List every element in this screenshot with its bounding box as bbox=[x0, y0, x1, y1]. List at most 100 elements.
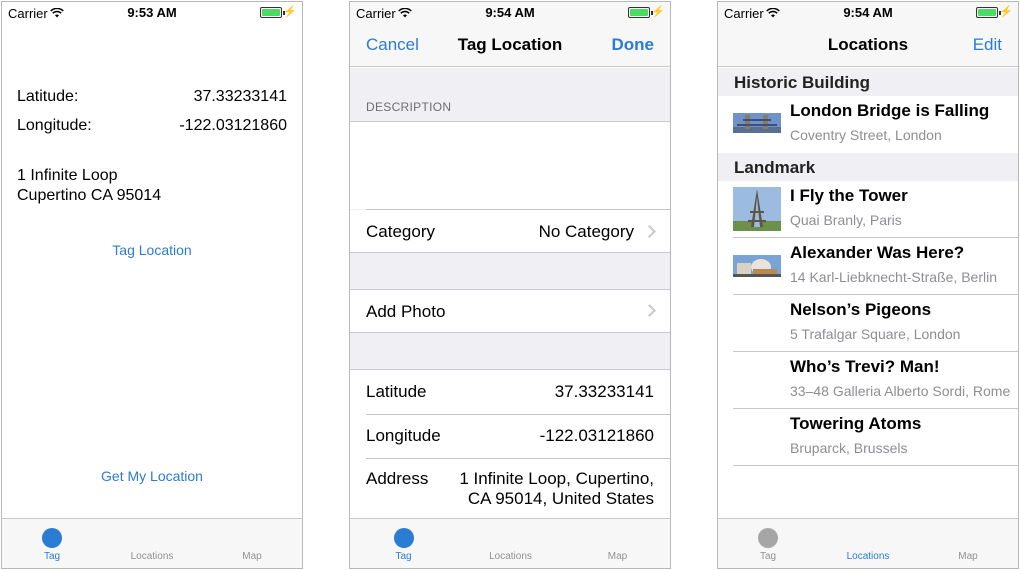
location-info-section: Latitude 37.33233141 Longitude -122.0312… bbox=[350, 369, 670, 520]
navigation-bar: Cancel Tag Location Done bbox=[350, 24, 670, 67]
tab-map[interactable]: Map bbox=[918, 519, 1018, 568]
description-section-header: DESCRIPTION bbox=[366, 100, 452, 114]
tag-tab-icon bbox=[393, 528, 414, 548]
description-text-view[interactable] bbox=[350, 121, 670, 209]
tab-map[interactable]: Map bbox=[564, 519, 670, 568]
location-title: Alexander Was Here? bbox=[790, 243, 965, 262]
latitude-label: Latitude bbox=[366, 382, 427, 401]
locations-tab-icon bbox=[142, 528, 162, 548]
latitude-label: Latitude: bbox=[17, 88, 79, 105]
tab-label: Tag bbox=[759, 551, 777, 562]
location-subtitle: Quai Branly, Paris bbox=[790, 212, 902, 228]
location-row[interactable]: Nelson’s Pigeons 5 Trafalgar Square, Lon… bbox=[718, 295, 1018, 352]
tab-label: Locations bbox=[489, 551, 532, 562]
tab-label: Map bbox=[958, 551, 978, 562]
tab-bar: Tag Locations Map bbox=[350, 518, 670, 568]
tag-tab-icon bbox=[42, 528, 62, 548]
tab-bar: Tag Locations Map bbox=[718, 518, 1018, 568]
tag-location-button[interactable]: Tag Location bbox=[2, 242, 302, 258]
latitude-value: 37.33233141 bbox=[554, 382, 654, 401]
tab-tag[interactable]: Tag bbox=[2, 519, 102, 568]
tab-locations[interactable]: Locations bbox=[818, 519, 918, 568]
battery-icon bbox=[976, 7, 1001, 18]
clock: 9:54 AM bbox=[485, 5, 535, 20]
status-bar: Carrier 9:54 AM ⚡ bbox=[718, 2, 1018, 24]
edit-button[interactable]: Edit bbox=[973, 35, 1002, 55]
map-tab-icon bbox=[958, 528, 978, 548]
tab-locations[interactable]: Locations bbox=[457, 519, 564, 568]
locations-tab-icon bbox=[858, 528, 878, 548]
section-header-landmark: Landmark bbox=[718, 153, 1018, 181]
longitude-value: -122.03121860 bbox=[179, 117, 287, 134]
section-header-historic-building: Historic Building bbox=[718, 68, 1018, 96]
location-row[interactable]: Alexander Was Here? 14 Karl-Liebknecht-S… bbox=[718, 238, 1018, 295]
chevron-right-icon bbox=[643, 225, 656, 238]
longitude-label: Longitude bbox=[366, 426, 441, 445]
location-row[interactable]: Who’s Trevi? Man! 33–48 Galleria Alberto… bbox=[718, 352, 1018, 409]
location-subtitle: 5 Trafalgar Square, London bbox=[790, 326, 961, 342]
location-title: London Bridge is Falling bbox=[790, 101, 990, 120]
location-subtitle: 33–48 Galleria Alberto Sordi, Rome bbox=[790, 383, 1011, 399]
battery-icon bbox=[260, 7, 285, 18]
location-title: Nelson’s Pigeons bbox=[790, 300, 932, 319]
location-title: Towering Atoms bbox=[790, 414, 922, 433]
tab-label: Map bbox=[242, 551, 262, 562]
charging-bolt-icon: ⚡ bbox=[283, 6, 297, 18]
address-line-2: CA 95014, United States bbox=[467, 489, 654, 508]
address-line-1: 1 Infinite Loop bbox=[17, 167, 118, 184]
add-photo-label: Add Photo bbox=[366, 302, 446, 321]
longitude-value: -122.03121860 bbox=[539, 426, 654, 445]
tag-screen: Carrier 9:53 AM ⚡ Latitude: 37.33233141 … bbox=[1, 1, 303, 569]
separator bbox=[366, 414, 670, 415]
status-bar: Carrier 9:53 AM ⚡ bbox=[2, 2, 302, 24]
address-line-1: 1 Infinite Loop, Cupertino, bbox=[459, 469, 654, 488]
chevron-right-icon bbox=[643, 304, 656, 317]
battery-icon bbox=[628, 7, 653, 18]
map-tab-icon bbox=[608, 528, 628, 548]
map-tab-icon bbox=[242, 528, 262, 548]
navigation-bar: Locations Edit bbox=[718, 24, 1018, 67]
latitude-value: 37.33233141 bbox=[193, 88, 287, 105]
tab-label: Locations bbox=[130, 551, 174, 562]
tab-bar: Tag Locations Map bbox=[2, 518, 302, 568]
charging-bolt-icon: ⚡ bbox=[999, 6, 1013, 18]
location-row[interactable]: I Fly the Tower Quai Branly, Paris bbox=[718, 181, 1018, 238]
get-my-location-button[interactable]: Get My Location bbox=[2, 468, 302, 484]
tab-tag[interactable]: Tag bbox=[350, 519, 457, 568]
tower-bridge-thumbnail bbox=[733, 102, 781, 146]
address-value: 1 Infinite Loop, Cupertino, CA 95014, Un… bbox=[459, 469, 654, 509]
tab-label: Map bbox=[607, 551, 628, 562]
category-label: Category bbox=[366, 222, 435, 241]
eiffel-tower-thumbnail bbox=[733, 187, 781, 231]
location-subtitle: 14 Karl-Liebknecht-Straße, Berlin bbox=[790, 269, 997, 285]
location-title: Who’s Trevi? Man! bbox=[790, 357, 940, 376]
tab-locations[interactable]: Locations bbox=[102, 519, 202, 568]
separator bbox=[733, 465, 1018, 466]
location-row[interactable]: London Bridge is Falling Coventry Street… bbox=[718, 96, 1018, 153]
address-label: Address bbox=[366, 469, 429, 488]
locations-tab-icon bbox=[501, 528, 521, 548]
category-value: No Category bbox=[538, 222, 634, 241]
locations-screen: Carrier 9:54 AM ⚡ Locations Edit Histori… bbox=[717, 1, 1019, 569]
tab-tag[interactable]: Tag bbox=[718, 519, 818, 568]
done-button[interactable]: Done bbox=[612, 35, 655, 55]
tab-map[interactable]: Map bbox=[202, 519, 302, 568]
tab-label: Tag bbox=[43, 551, 61, 562]
category-cell[interactable]: Category No Category bbox=[350, 210, 670, 253]
tag-tab-icon bbox=[758, 528, 778, 548]
location-title: I Fly the Tower bbox=[790, 186, 908, 205]
location-subtitle: Bruparck, Brussels bbox=[790, 440, 908, 456]
tab-label: Locations bbox=[846, 551, 890, 562]
location-row[interactable]: Towering Atoms Bruparck, Brussels bbox=[718, 409, 1018, 466]
tag-location-detail-screen: Carrier 9:54 AM ⚡ Cancel Tag Location Do… bbox=[349, 1, 671, 569]
charging-bolt-icon: ⚡ bbox=[651, 6, 665, 18]
clock: 9:53 AM bbox=[127, 5, 177, 20]
clock: 9:54 AM bbox=[843, 5, 893, 20]
address-line-2: Cupertino CA 95014 bbox=[17, 187, 162, 204]
location-subtitle: Coventry Street, London bbox=[790, 127, 942, 143]
tab-label: Tag bbox=[395, 551, 412, 562]
status-bar: Carrier 9:54 AM ⚡ bbox=[350, 2, 670, 24]
longitude-label: Longitude: bbox=[17, 117, 92, 134]
add-photo-cell[interactable]: Add Photo bbox=[350, 289, 670, 333]
address-text: 1 Infinite Loop Cupertino CA 95014 bbox=[17, 166, 161, 206]
